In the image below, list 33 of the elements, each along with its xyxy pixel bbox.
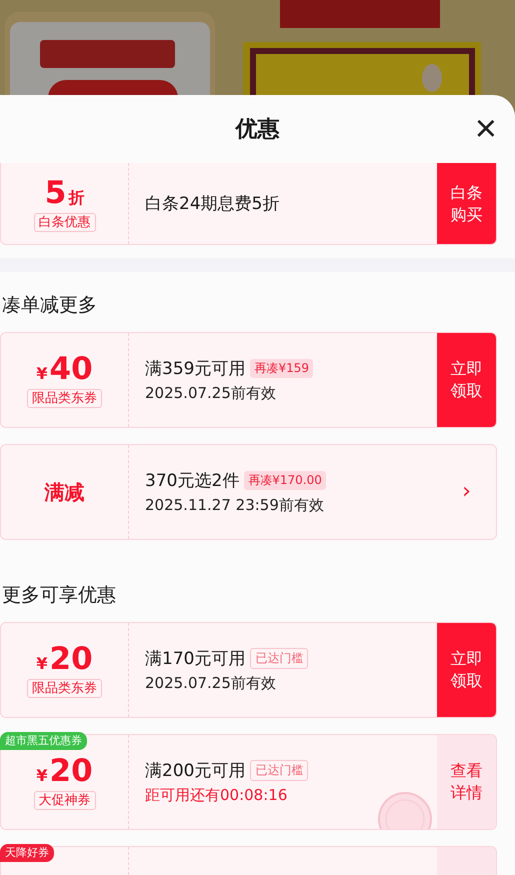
threshold-badge: 再凑¥159 xyxy=(250,359,313,378)
coupon-condition: 满170元可用 xyxy=(145,648,246,670)
validity-text: 距可用还有00:08:16 xyxy=(145,786,288,805)
validity-text: 2025.07.25前有效 xyxy=(145,674,277,693)
coupon-tag: 白条优惠 xyxy=(34,212,96,232)
threshold-badge: 已达门槛 xyxy=(250,760,308,781)
coupon-amount: ¥40 xyxy=(36,352,93,386)
coupon-condition: 满200元可用 xyxy=(145,760,246,782)
coupon-tag: 限品类东券 xyxy=(27,389,102,408)
coupon-condition: 白条24期息费5折 xyxy=(145,193,280,215)
coupon-condition: 370元选2件 xyxy=(145,470,240,492)
section-title: 凑单减更多 xyxy=(1,293,98,318)
promo-label: 超市黑五优惠券 xyxy=(0,732,87,750)
threshold-badge: 再凑¥170.00 xyxy=(244,471,326,490)
threshold-badge: 已达门槛 xyxy=(250,648,308,669)
chevron-button[interactable]: › xyxy=(437,445,496,539)
details-button[interactable]: 查看详情 xyxy=(437,735,496,829)
promo-label: 天降好券 xyxy=(0,844,54,862)
close-button[interactable]: × xyxy=(474,109,497,149)
claim-button[interactable]: 白条购买 xyxy=(437,163,496,244)
coupon-tag: 限品类东券 xyxy=(27,679,102,698)
discount-amount: 5 折 xyxy=(44,176,84,210)
validity-text: 2025.11.27 23:59前有效 xyxy=(145,496,325,515)
claim-button[interactable]: 立即领取 xyxy=(437,333,496,427)
coupon-condition: 满359元可用 xyxy=(145,358,246,380)
validity-text: 2025.07.25前有效 xyxy=(145,384,277,403)
coupon-tag: 大促神券 xyxy=(34,791,96,810)
claim-button[interactable]: 立即领取 xyxy=(437,623,496,717)
sheet-title: 优惠 xyxy=(236,116,280,144)
coupon-amount: ¥20 xyxy=(36,642,93,676)
section-title: 更多可享优惠 xyxy=(1,583,117,608)
coupon-type: 满减 xyxy=(44,478,84,506)
coupon-amount: ¥20 xyxy=(36,754,93,788)
